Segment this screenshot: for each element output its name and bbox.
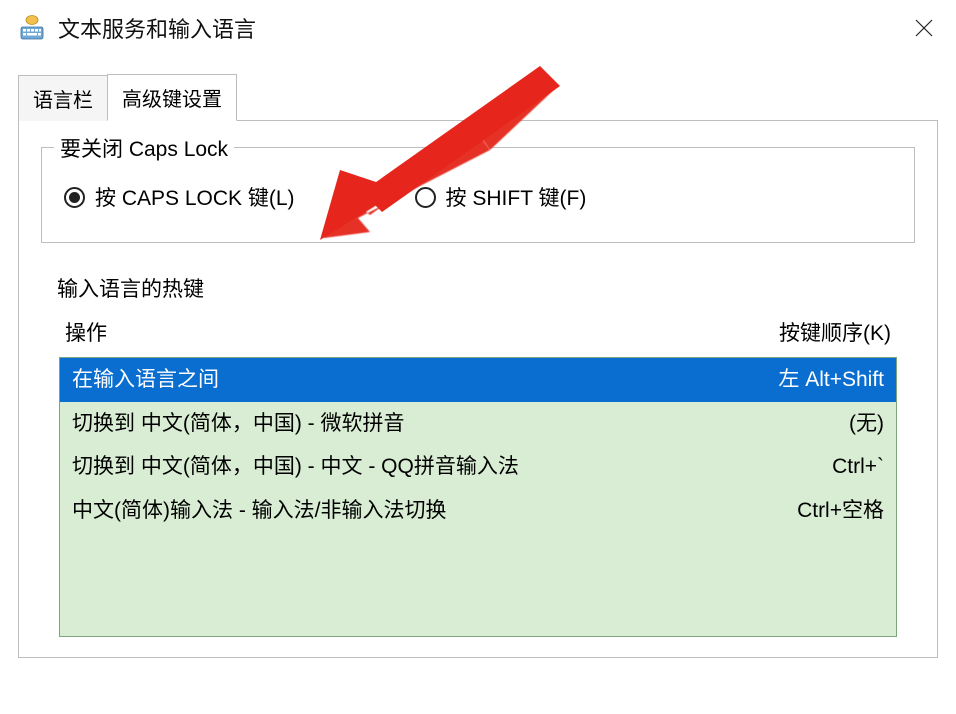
header-keys: 按键顺序(K) — [779, 317, 891, 347]
hotkey-row[interactable]: 切换到 中文(简体，中国) - 中文 - QQ拼音输入法 Ctrl+` — [60, 445, 896, 489]
hotkey-row[interactable]: 在输入语言之间 左 Alt+Shift — [60, 358, 896, 402]
tab-panel-advanced: 要关闭 Caps Lock 按 CAPS LOCK 键(L) 按 SHIFT 键… — [18, 121, 938, 658]
hotkey-keys: Ctrl+` — [832, 449, 884, 485]
tabs: 语言栏 高级键设置 — [18, 74, 938, 121]
hotkeys-list[interactable]: 在输入语言之间 左 Alt+Shift 切换到 中文(简体，中国) - 微软拼音 (无… — [59, 357, 897, 637]
hotkeys-header: 操作 按键顺序(K) — [41, 303, 915, 357]
keyboard-icon — [18, 14, 46, 42]
tab-advanced-keys[interactable]: 高级键设置 — [107, 74, 237, 121]
radio-shift[interactable]: 按 SHIFT 键(F) — [415, 182, 587, 212]
radio-label: 按 SHIFT 键(F) — [446, 182, 587, 212]
hotkey-action: 切换到 中文(简体，中国) - 中文 - QQ拼音输入法 — [72, 449, 519, 485]
capslock-legend: 要关闭 Caps Lock — [54, 133, 234, 163]
titlebar: 文本服务和输入语言 — [0, 0, 956, 56]
close-button[interactable] — [904, 8, 944, 48]
hotkeys-legend: 输入语言的热键 — [51, 278, 210, 301]
hotkey-keys: Ctrl+空格 — [797, 493, 884, 529]
hotkey-keys: (无) — [849, 406, 884, 442]
radio-capslock[interactable]: 按 CAPS LOCK 键(L) — [64, 182, 295, 212]
capslock-groupbox: 要关闭 Caps Lock 按 CAPS LOCK 键(L) 按 SHIFT 键… — [41, 147, 915, 243]
hotkey-action: 在输入语言之间 — [72, 362, 219, 398]
window-title: 文本服务和输入语言 — [58, 12, 256, 44]
radio-icon — [415, 187, 436, 208]
close-icon — [915, 19, 933, 37]
hotkey-action: 切换到 中文(简体，中国) - 微软拼音 — [72, 406, 404, 442]
radio-icon — [64, 187, 85, 208]
hotkey-keys: 左 Alt+Shift — [778, 362, 884, 398]
hotkeys-section: 输入语言的热键 操作 按键顺序(K) 在输入语言之间 左 Alt+Shift 切换到… — [41, 273, 915, 637]
header-action: 操作 — [65, 317, 107, 347]
hotkey-row[interactable]: 中文(简体)输入法 - 输入法/非输入法切换 Ctrl+空格 — [60, 489, 896, 533]
tab-language-bar[interactable]: 语言栏 — [18, 75, 108, 121]
hotkey-row[interactable]: 切换到 中文(简体，中国) - 微软拼音 (无) — [60, 402, 896, 446]
hotkey-action: 中文(简体)输入法 - 输入法/非输入法切换 — [72, 493, 446, 529]
radio-label: 按 CAPS LOCK 键(L) — [95, 182, 295, 212]
